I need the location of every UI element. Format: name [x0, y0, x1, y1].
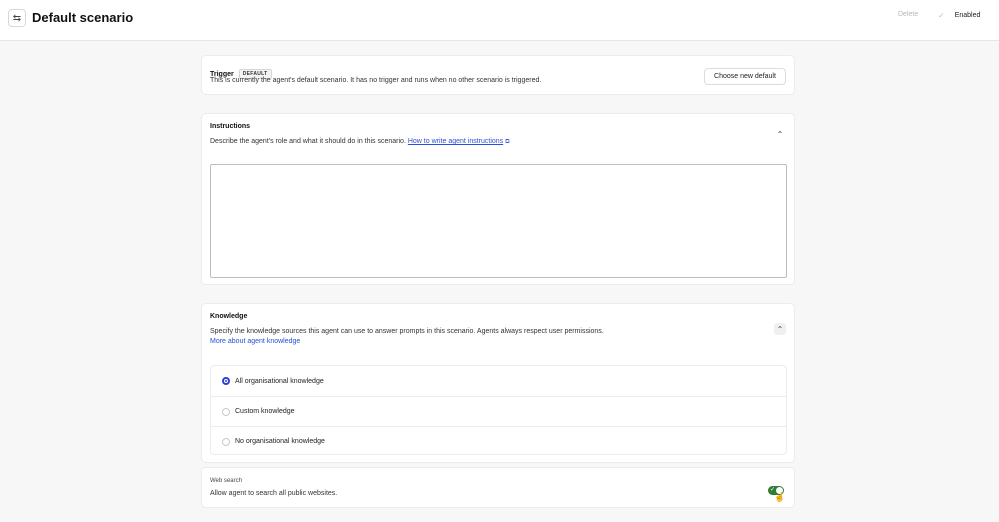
chevron-up-icon[interactable]: ⌃	[774, 323, 786, 335]
chevron-up-icon[interactable]: ⌃	[774, 128, 786, 140]
radio-option-all[interactable]: All organisational knowledge	[211, 366, 786, 396]
trigger-description: This is currently the agent's default sc…	[210, 77, 542, 84]
web-search-title: Web search	[210, 478, 242, 484]
check-icon: ✓	[938, 11, 945, 20]
radio-option-custom[interactable]: Custom knowledge	[211, 396, 786, 426]
trigger-card: Trigger DEFAULT This is currently the age…	[201, 55, 795, 95]
knowledge-radio-group: All organisational knowledge Custom know…	[210, 365, 787, 455]
enabled-label: Enabled	[954, 12, 981, 19]
instructions-description: Describe the agent's role and what it sh…	[210, 138, 406, 145]
enabled-toggle[interactable]: ✓ Enabled	[938, 11, 980, 20]
top-bar: ⇆ Default scenario Delete ✓ Enabled	[0, 0, 999, 41]
radio-option-none[interactable]: No organisational knowledge	[211, 426, 786, 456]
web-search-description: Allow agent to search all public website…	[210, 490, 338, 497]
knowledge-title: Knowledge	[210, 313, 248, 320]
instructions-title: Instructions	[210, 123, 251, 130]
delete-button[interactable]: Delete	[898, 11, 918, 18]
radio-label: All organisational knowledge	[235, 377, 324, 385]
radio-button[interactable]	[222, 407, 230, 416]
swap-arrows-icon[interactable]: ⇆	[8, 9, 26, 27]
instructions-textarea[interactable]	[210, 164, 787, 278]
web-search-card: Web search Allow agent to search all pub…	[201, 467, 795, 508]
instructions-help-link[interactable]: How to write agent instructions	[408, 138, 503, 145]
instructions-card: Instructions Describe the agent's role a…	[201, 113, 795, 285]
radio-button[interactable]	[222, 437, 230, 446]
instructions-description-line: Describe the agent's role and what it sh…	[210, 137, 710, 147]
radio-label: No organisational knowledge	[235, 438, 325, 445]
knowledge-description: Specify the knowledge sources this agent…	[210, 328, 604, 335]
knowledge-card: Knowledge Specify the knowledge sources …	[201, 303, 795, 463]
external-link-icon: ⧉	[505, 139, 510, 145]
knowledge-help-link[interactable]: More about agent knowledge	[210, 338, 300, 345]
page-title: Default scenario	[32, 10, 134, 25]
knowledge-description-block: Specify the knowledge sources this agent…	[210, 327, 605, 347]
radio-button-selected[interactable]	[222, 377, 230, 385]
hand-cursor-icon: ☝	[774, 492, 786, 502]
radio-label: Custom knowledge	[235, 408, 295, 415]
choose-new-default-button[interactable]: Choose new default	[704, 68, 786, 85]
